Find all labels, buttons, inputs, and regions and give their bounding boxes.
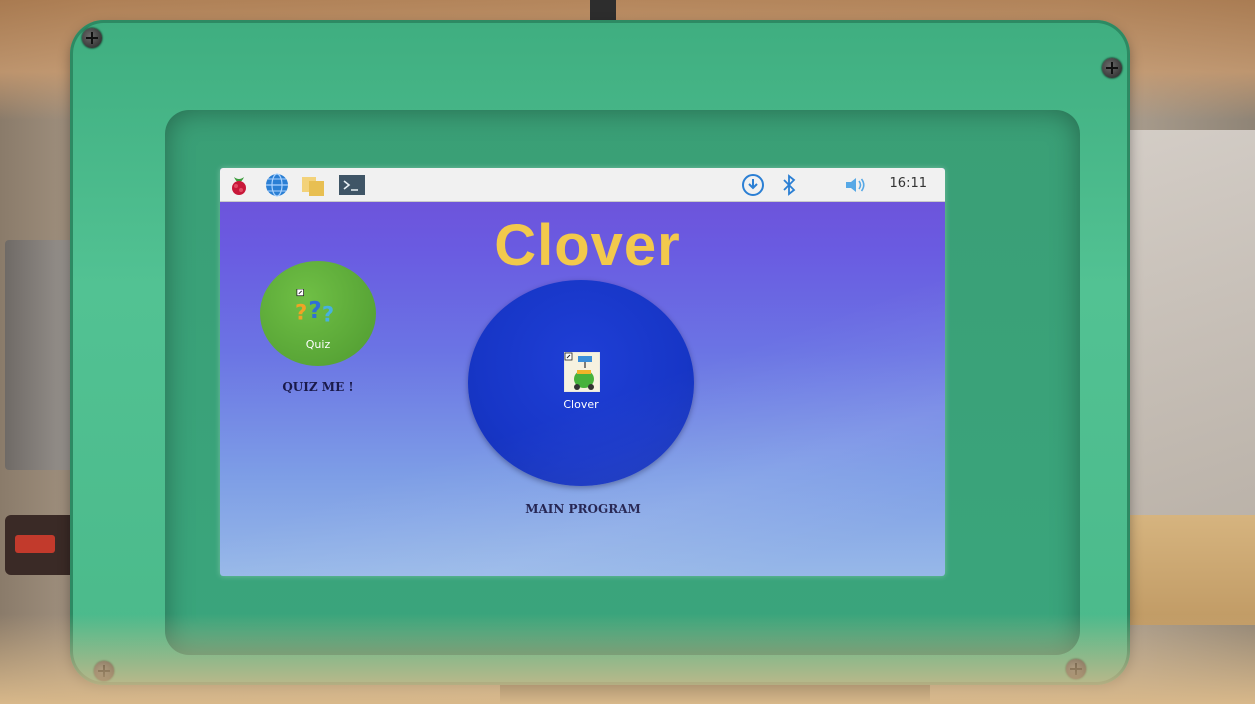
main-program-launcher-button[interactable]: Clover — [468, 280, 694, 486]
quiz-icon-label: Quiz — [305, 338, 331, 351]
svg-text:?: ? — [308, 298, 321, 324]
question-marks-icon: ? ? ? — [295, 289, 334, 327]
quiz-caption: QUIZ ME ! — [282, 380, 354, 394]
photo-background: 16:11 Clover ? ? ? Quiz QUIZ ME ! Clover… — [0, 0, 1255, 704]
bluetooth-icon[interactable] — [776, 172, 802, 198]
download-update-icon[interactable] — [740, 172, 766, 198]
touchscreen-display: 16:11 Clover ? ? ? Quiz QUIZ ME ! Clover… — [220, 168, 945, 576]
clock[interactable]: 16:11 — [890, 176, 927, 191]
volume-icon[interactable] — [842, 172, 868, 198]
screw-bottom-right — [1066, 659, 1086, 679]
file-manager-folders-icon[interactable] — [300, 172, 326, 198]
main-program-caption: MAIN PROGRAM — [525, 502, 641, 516]
raspberry-pi-menu-icon[interactable] — [226, 172, 252, 198]
background-shelf — [5, 240, 75, 470]
screw-top-right — [1102, 58, 1122, 78]
web-browser-globe-icon[interactable] — [264, 172, 290, 198]
main-program-icon-label: Clover — [563, 398, 599, 411]
taskbar: 16:11 — [220, 168, 945, 202]
clover-robot-app-icon — [564, 352, 600, 392]
screw-bottom-left — [94, 661, 114, 681]
terminal-icon[interactable] — [338, 172, 366, 198]
quiz-launcher-button[interactable]: ? ? ? Quiz — [260, 261, 376, 366]
svg-text:?: ? — [322, 302, 334, 327]
background-device — [5, 515, 77, 575]
background-bins — [1130, 130, 1255, 530]
mount-foot — [500, 684, 930, 704]
screw-top-left — [82, 28, 102, 48]
svg-text:?: ? — [295, 300, 307, 325]
